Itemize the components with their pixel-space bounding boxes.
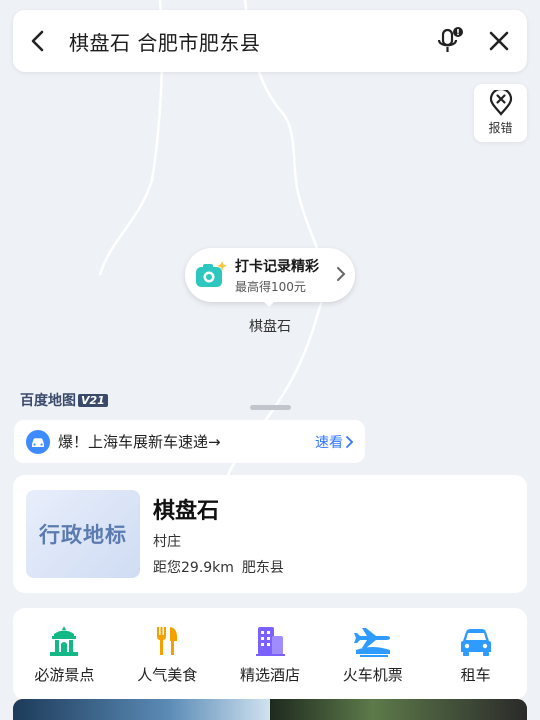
place-distance: 距您29.9km: [153, 560, 234, 576]
voice-search-button[interactable]: [427, 10, 471, 72]
banner-text: 爆！上海车展新车速递→: [58, 433, 221, 451]
search-bar[interactable]: 棋盘石 合肥市肥东县: [13, 10, 527, 72]
map-logo-version: V21: [78, 393, 108, 407]
promo-banner[interactable]: 爆！上海车展新车速递→ 速看: [14, 420, 365, 463]
chevron-right-icon: [337, 267, 346, 281]
category-food[interactable]: 人气美食: [116, 608, 219, 700]
checkin-bubble[interactable]: 打卡记录精彩 最高得100元: [185, 248, 355, 302]
train-plane-icon: [353, 628, 390, 657]
back-arrow-icon: [31, 30, 44, 52]
back-button[interactable]: [13, 10, 63, 72]
recommend-images-strip[interactable]: [13, 699, 527, 720]
category-tickets[interactable]: 火车机票: [321, 608, 424, 700]
place-county: 肥东县: [241, 560, 284, 576]
checkin-bubble-tail: [262, 300, 276, 307]
hotel-icon: [255, 627, 285, 656]
close-icon: [489, 31, 509, 51]
camera-icon: [196, 261, 227, 287]
place-title: 棋盘石: [153, 499, 220, 524]
category-car-rental[interactable]: 租车: [424, 608, 527, 700]
landmark-icon: [50, 626, 79, 656]
map-logo: 百度地图 V21: [20, 390, 108, 410]
recommend-image[interactable]: [13, 699, 270, 720]
panel-drag-handle[interactable]: [250, 405, 291, 410]
category-car-rental-label: 租车: [460, 666, 491, 684]
microphone-icon: [437, 27, 463, 52]
map-pin-x-icon: [489, 90, 512, 116]
map-place-label[interactable]: 棋盘石: [0, 316, 540, 336]
category-attractions[interactable]: 必游景点: [13, 608, 116, 700]
category-hotels[interactable]: 精选酒店: [219, 608, 322, 700]
place-category-badge: 行政地标: [26, 490, 140, 578]
checkin-subtitle: 最高得100元: [235, 279, 306, 294]
recommend-image[interactable]: [270, 699, 527, 720]
chevron-right-icon: [346, 435, 354, 448]
car-badge-icon: [26, 429, 50, 454]
place-type: 村庄: [153, 534, 181, 550]
category-food-label: 人气美食: [137, 666, 198, 684]
map-logo-text: 百度地图: [20, 393, 76, 409]
close-button[interactable]: [471, 10, 527, 72]
badge-text: 行政地标: [39, 523, 127, 547]
checkin-title: 打卡记录精彩: [235, 258, 319, 275]
place-info-card[interactable]: 行政地标 棋盘石 村庄 距您29.9km 肥东县: [13, 475, 527, 593]
report-error-label: 报错: [488, 121, 513, 135]
category-shortcuts: 必游景点 人气美食 精选酒店 火车机票 租车: [13, 608, 527, 700]
food-icon: [157, 627, 178, 655]
car-icon: [460, 629, 491, 656]
banner-link-label[interactable]: 速看: [315, 432, 343, 452]
place-meta: 距您29.9km 肥东县: [153, 557, 284, 577]
search-query[interactable]: 棋盘石 合肥市肥东县: [63, 27, 427, 56]
category-tickets-label: 火车机票: [342, 666, 403, 684]
banner-link[interactable]: 速看: [315, 432, 355, 452]
category-hotels-label: 精选酒店: [239, 666, 300, 684]
report-error-button[interactable]: 报错: [474, 84, 527, 142]
category-attractions-label: 必游景点: [34, 666, 95, 684]
